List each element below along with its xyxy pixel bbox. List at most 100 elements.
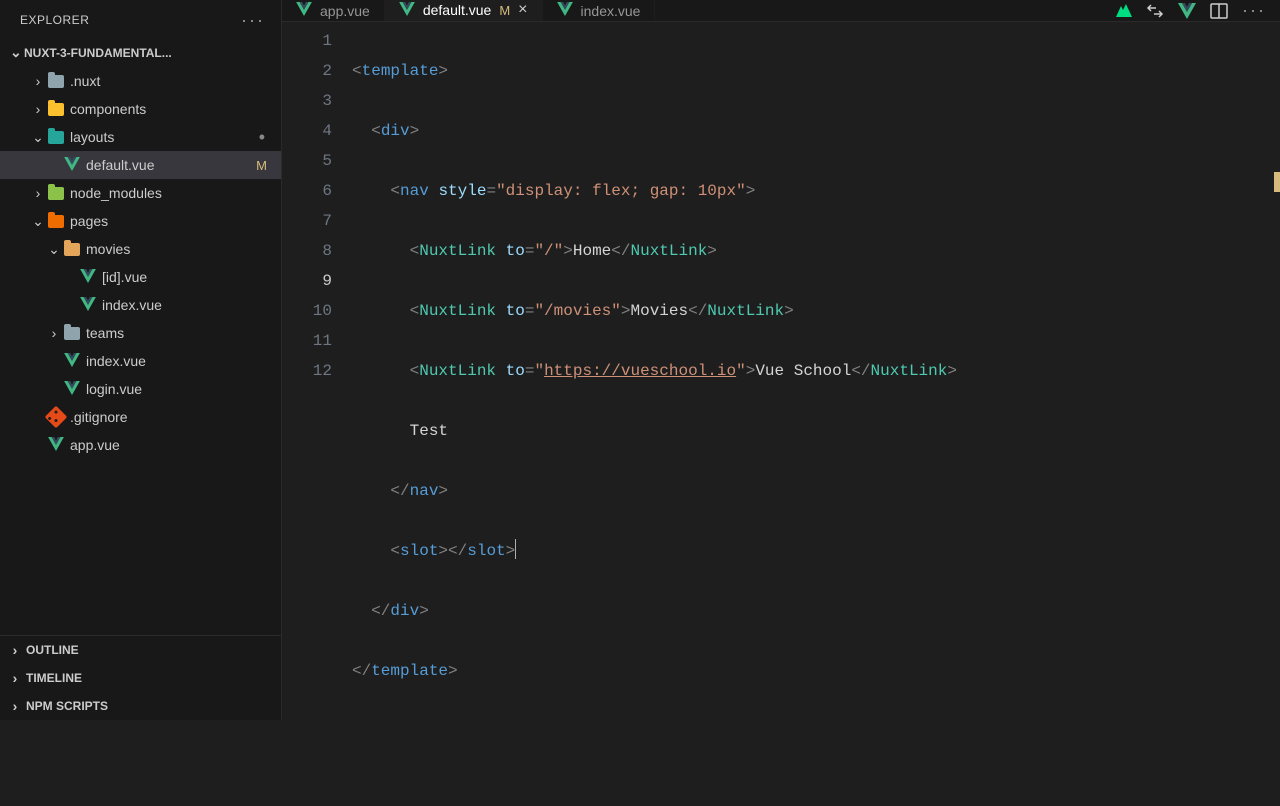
line-number[interactable]: 5 <box>282 146 332 176</box>
line-number[interactable]: 2 <box>282 56 332 86</box>
sidebar-section[interactable]: › NPM SCRIPTS <box>0 692 281 720</box>
tree-item-label: teams <box>86 325 124 341</box>
tree-item[interactable]: › teams <box>0 319 281 347</box>
editor-tab[interactable]: default.vueM× <box>385 0 543 21</box>
vue-brand-icon[interactable] <box>1178 3 1196 19</box>
line-number[interactable]: 10 <box>282 296 332 326</box>
folder-icon <box>64 327 80 340</box>
code-content[interactable]: <template> <div> <nav style="display: fl… <box>352 22 1280 806</box>
text-cursor <box>515 539 516 559</box>
editor-tab[interactable]: app.vue <box>282 0 385 21</box>
chevron-down-icon: ⌄ <box>10 44 20 61</box>
line-number[interactable]: 4 <box>282 116 332 146</box>
tree-item[interactable]: login.vue <box>0 375 281 403</box>
editor-area: app.vuedefault.vueM×index.vue ··· 123456… <box>282 0 1280 720</box>
line-number[interactable]: 1 <box>282 26 332 56</box>
chevron-right-icon: › <box>30 101 46 117</box>
line-number[interactable]: 8 <box>282 236 332 266</box>
tree-item[interactable]: ⌄ movies <box>0 235 281 263</box>
tree-item[interactable]: app.vue <box>0 431 281 459</box>
tree-item-label: components <box>70 101 146 117</box>
line-number[interactable]: 11 <box>282 326 332 356</box>
tree-item-label: movies <box>86 241 130 257</box>
sidebar-section[interactable]: › TIMELINE <box>0 664 281 692</box>
overview-ruler[interactable] <box>1266 22 1280 806</box>
tree-item-label: index.vue <box>102 297 162 313</box>
explorer-header: EXPLORER ··· <box>0 0 281 40</box>
tab-label: index.vue <box>581 3 641 19</box>
tab-actions: ··· <box>1112 0 1280 21</box>
line-number[interactable]: 9 <box>282 266 332 296</box>
split-editor-icon[interactable] <box>1210 3 1228 19</box>
section-label: NPM SCRIPTS <box>26 699 108 713</box>
chevron-right-icon: › <box>10 698 20 714</box>
vue-file-icon <box>80 297 96 314</box>
tree-item-label: index.vue <box>86 353 146 369</box>
tree-item[interactable]: ›node_modules <box>0 179 281 207</box>
tree-item[interactable]: › .nuxt <box>0 67 281 95</box>
tree-item[interactable]: default.vue M <box>0 151 281 179</box>
chevron-right-icon: › <box>10 670 20 686</box>
vue-file-icon <box>64 157 80 174</box>
explorer-more-icon[interactable]: ··· <box>241 10 265 31</box>
vue-file-icon <box>399 2 415 19</box>
section-label: TIMELINE <box>26 671 82 685</box>
chevron-right-icon: › <box>30 73 46 89</box>
tree-item[interactable]: index.vue <box>0 347 281 375</box>
git-icon <box>45 406 68 429</box>
tree-item-label: [id].vue <box>102 269 147 285</box>
file-tree: ›.nuxt›components⌄layouts•default.vueM›n… <box>0 65 281 635</box>
chevron-down-icon: ⌄ <box>46 241 62 258</box>
code-editor[interactable]: 123456789101112 <template> <div> <nav st… <box>282 22 1280 806</box>
tree-item-label: pages <box>70 213 108 229</box>
tree-item[interactable]: ⌄layouts• <box>0 123 281 151</box>
line-number[interactable]: 3 <box>282 86 332 116</box>
chevron-right-icon: › <box>30 185 46 201</box>
git-modified-badge: M <box>256 158 267 173</box>
compare-icon[interactable] <box>1146 2 1164 20</box>
vue-file-icon <box>557 2 573 19</box>
explorer-sidebar: EXPLORER ··· ⌄ NUXT-3-FUNDAMENTAL... › .n… <box>0 0 282 720</box>
vue-file-icon <box>48 437 64 454</box>
tab-label: app.vue <box>320 3 370 19</box>
sidebar-sections: › OUTLINE › TIMELINE › NPM SCRIPTS <box>0 635 281 720</box>
tree-item[interactable]: .gitignore <box>0 403 281 431</box>
tree-item-label: app.vue <box>70 437 120 453</box>
folder-icon <box>64 243 80 256</box>
line-gutter: 123456789101112 <box>282 22 352 806</box>
tree-item-label: .nuxt <box>70 73 100 89</box>
project-header[interactable]: ⌄ NUXT-3-FUNDAMENTAL... <box>0 40 281 65</box>
tree-item-label: layouts <box>70 129 114 145</box>
line-number[interactable]: 6 <box>282 176 332 206</box>
tree-item[interactable]: [id].vue <box>0 263 281 291</box>
line-number[interactable]: 7 <box>282 206 332 236</box>
tab-bar: app.vue default.vueM× index.vue ··· <box>282 0 1280 22</box>
chevron-down-icon: ⌄ <box>30 129 46 146</box>
tree-item[interactable]: index.vue <box>0 291 281 319</box>
close-icon[interactable]: × <box>518 2 527 18</box>
explorer-title: EXPLORER <box>20 13 89 27</box>
tree-item-label: login.vue <box>86 381 142 397</box>
vue-file-icon <box>64 381 80 398</box>
editor-tab[interactable]: index.vue <box>543 0 656 21</box>
tree-item[interactable]: › components <box>0 95 281 123</box>
project-name: NUXT-3-FUNDAMENTAL... <box>24 46 172 60</box>
folder-icon <box>48 187 64 200</box>
chevron-right-icon: › <box>10 642 20 658</box>
chevron-right-icon: › <box>46 325 62 341</box>
tab-label: default.vue <box>423 2 492 18</box>
tree-item[interactable]: ⌄ pages <box>0 207 281 235</box>
chevron-down-icon: ⌄ <box>30 213 46 230</box>
nuxt-icon[interactable] <box>1112 4 1132 18</box>
vue-file-icon <box>80 269 96 286</box>
folder-icon <box>48 215 64 228</box>
sidebar-section[interactable]: › OUTLINE <box>0 636 281 664</box>
tree-item-label: default.vue <box>86 157 155 173</box>
vue-file-icon <box>296 2 312 19</box>
folder-icon <box>48 75 64 88</box>
tree-item-label: .gitignore <box>70 409 128 425</box>
section-label: OUTLINE <box>26 643 79 657</box>
folder-icon <box>48 103 64 116</box>
editor-more-icon[interactable]: ··· <box>1242 0 1266 21</box>
line-number[interactable]: 12 <box>282 356 332 386</box>
